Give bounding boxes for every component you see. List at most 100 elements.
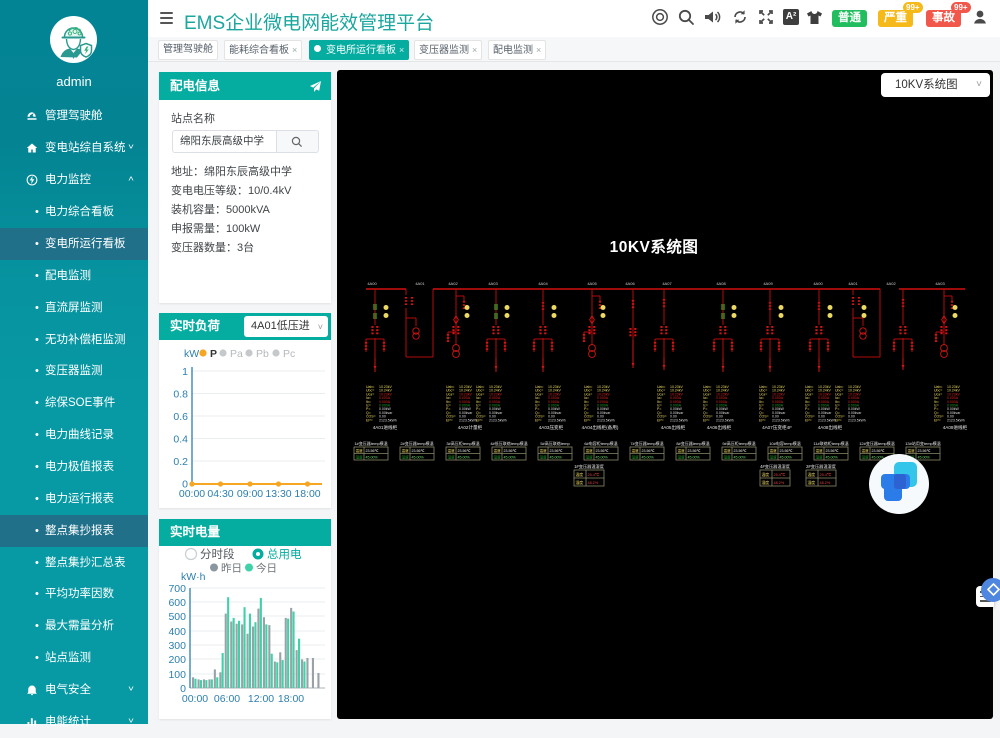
svg-text:4A01: 4A01 <box>415 281 425 286</box>
svg-text:45.00%: 45.00% <box>688 456 701 460</box>
svg-text:0.2: 0.2 <box>173 456 188 468</box>
svg-text:EP=: EP= <box>535 418 542 422</box>
svg-text:4#低压联络temp模温: 4#低压联络temp模温 <box>490 440 527 446</box>
svg-text:EP=: EP= <box>759 418 766 422</box>
svg-text:湿度: 湿度 <box>770 455 778 460</box>
svg-text:4A00: 4A00 <box>813 281 823 286</box>
svg-text:4A02: 4A02 <box>448 281 458 286</box>
svg-text:6#电容柜temp模温: 6#电容柜temp模温 <box>584 440 617 446</box>
svg-text:23.56℃: 23.56℃ <box>596 449 610 453</box>
svg-text:4A05: 4A05 <box>587 281 597 286</box>
svg-text:湿度: 湿度 <box>540 455 548 460</box>
svg-text:昨日: 昨日 <box>221 563 242 575</box>
svg-text:4A08: 4A08 <box>716 281 726 286</box>
svg-text:48.2%: 48.2% <box>820 481 831 485</box>
svg-text:45.00%: 45.00% <box>734 456 747 460</box>
svg-text:23.56℃: 23.56℃ <box>550 449 564 453</box>
svg-text:2123.5kWh: 2123.5kWh <box>379 418 397 422</box>
svg-text:4A03: 4A03 <box>488 281 498 286</box>
svg-text:4A05出线柜: 4A05出线柜 <box>661 424 686 431</box>
svg-text:18:00: 18:00 <box>278 693 304 705</box>
svg-text:00:00: 00:00 <box>182 693 208 705</box>
svg-text:45.00%: 45.00% <box>412 456 425 460</box>
svg-text:EP=: EP= <box>835 418 842 422</box>
svg-text:2123.5kWh: 2123.5kWh <box>772 418 790 422</box>
svg-text:EP=: EP= <box>805 418 812 422</box>
svg-text:温度: 温度 <box>770 448 778 453</box>
svg-text:1#变压器温湿度: 1#变压器温湿度 <box>574 463 605 470</box>
svg-text:分时段: 分时段 <box>200 547 235 561</box>
svg-text:45.00%: 45.00% <box>550 456 563 460</box>
svg-text:0.8: 0.8 <box>173 389 188 401</box>
svg-text:2#变压器温湿度: 2#变压器温湿度 <box>806 463 837 470</box>
svg-text:2123.5kWh: 2123.5kWh <box>548 418 566 422</box>
svg-text:23.56℃: 23.56℃ <box>826 449 840 453</box>
svg-text:4A07: 4A07 <box>662 281 672 286</box>
svg-text:45.00%: 45.00% <box>826 456 839 460</box>
svg-text:2123.5kWh: 2123.5kWh <box>818 418 836 422</box>
svg-text:48.2%: 48.2% <box>588 481 599 485</box>
svg-text:0.4: 0.4 <box>173 434 188 446</box>
svg-text:湿度: 湿度 <box>724 455 732 460</box>
svg-text:600: 600 <box>168 597 186 609</box>
svg-text:温度: 温度 <box>808 472 816 477</box>
svg-text:5#高压联络temp: 5#高压联络temp <box>540 440 570 446</box>
svg-text:06:00: 06:00 <box>214 693 240 705</box>
svg-text:EP=: EP= <box>934 418 941 422</box>
svg-text:温度: 温度 <box>908 448 916 453</box>
svg-text:总用电: 总用电 <box>267 547 302 561</box>
svg-text:4A01: 4A01 <box>848 281 858 286</box>
svg-text:11#联络柜temp模温: 11#联络柜temp模温 <box>813 440 848 446</box>
svg-text:今日: 今日 <box>256 562 277 575</box>
svg-text:1#变压器temp模温: 1#变压器temp模温 <box>354 440 387 446</box>
svg-text:温度: 温度 <box>816 448 824 453</box>
svg-text:湿度: 湿度 <box>762 480 770 485</box>
svg-text:4A07压变柜4F: 4A07压变柜4F <box>762 424 792 431</box>
svg-text:00:00: 00:00 <box>179 488 205 500</box>
svg-text:1: 1 <box>182 366 188 378</box>
svg-text:23.56℃: 23.56℃ <box>504 449 518 453</box>
svg-text:湿度: 湿度 <box>862 455 870 460</box>
svg-text:09:00: 09:00 <box>237 488 263 500</box>
svg-text:25.4℃: 25.4℃ <box>588 473 600 477</box>
svg-text:4A09: 4A09 <box>763 281 773 286</box>
svg-text:4A04出线柜(备用): 4A04出线柜(备用) <box>582 424 619 431</box>
svg-text:湿度: 湿度 <box>632 455 640 460</box>
svg-text:EP=: EP= <box>584 418 591 422</box>
svg-text:2123.5kWh: 2123.5kWh <box>597 418 615 422</box>
svg-text:18:00: 18:00 <box>294 488 320 500</box>
svg-text:12:00: 12:00 <box>248 693 274 705</box>
svg-text:湿度: 湿度 <box>494 455 502 460</box>
svg-text:EP=: EP= <box>657 418 664 422</box>
svg-text:23.56℃: 23.56℃ <box>918 449 932 453</box>
svg-text:温度: 温度 <box>402 448 410 453</box>
svg-text:湿度: 湿度 <box>678 455 686 460</box>
svg-text:200: 200 <box>168 654 186 666</box>
svg-text:0.6: 0.6 <box>173 411 188 423</box>
svg-text:7#变压器temp模温: 7#变压器temp模温 <box>630 440 663 446</box>
svg-text:湿度: 湿度 <box>576 480 584 485</box>
svg-text:25.4℃: 25.4℃ <box>820 473 832 477</box>
svg-text:13#站用变temp模温: 13#站用变temp模温 <box>905 440 941 446</box>
svg-text:温度: 温度 <box>678 448 686 453</box>
svg-text:4#变压器温湿度: 4#变压器温湿度 <box>760 463 791 470</box>
svg-text:23.56℃: 23.56℃ <box>412 449 426 453</box>
svg-text:10#电容temp模温: 10#电容temp模温 <box>769 440 801 446</box>
svg-text:4A02计量柜: 4A02计量柜 <box>458 424 483 431</box>
svg-text:2123.5kWh: 2123.5kWh <box>489 418 507 422</box>
svg-text:Pb: Pb <box>256 348 269 360</box>
svg-text:23.56℃: 23.56℃ <box>780 449 794 453</box>
svg-text:500: 500 <box>168 611 186 623</box>
svg-text:4A03压变柜: 4A03压变柜 <box>539 424 564 431</box>
svg-text:2123.5kWh: 2123.5kWh <box>670 418 688 422</box>
svg-text:2123.5kWh: 2123.5kWh <box>947 418 965 422</box>
svg-text:温度: 温度 <box>448 448 456 453</box>
svg-text:kW: kW <box>184 348 199 360</box>
svg-text:2123.5kWh: 2123.5kWh <box>848 418 866 422</box>
svg-text:EP=: EP= <box>446 418 453 422</box>
svg-text:9#高压柜temp模温: 9#高压柜temp模温 <box>722 440 755 446</box>
svg-text:温度: 温度 <box>494 448 502 453</box>
svg-text:EP=: EP= <box>366 418 373 422</box>
svg-text:温度: 温度 <box>724 448 732 453</box>
svg-text:kW·h: kW·h <box>181 571 206 583</box>
